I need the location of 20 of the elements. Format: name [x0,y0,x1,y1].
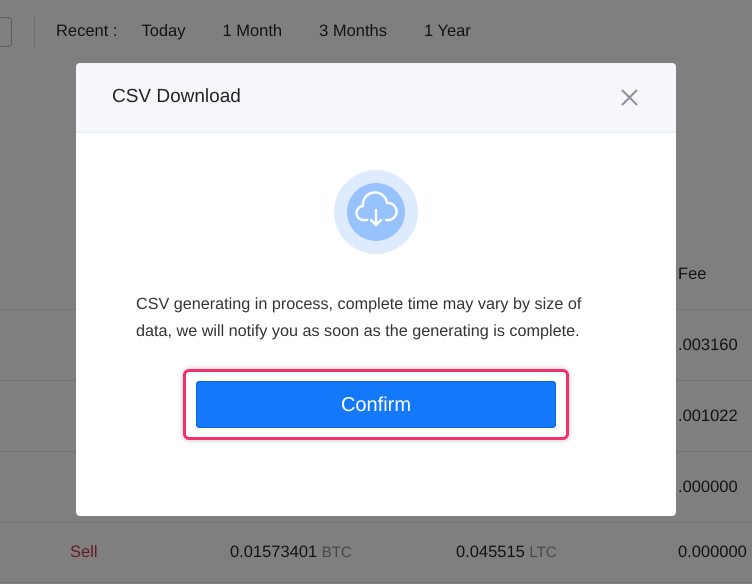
fee-cell: 0.000000 [678,543,747,562]
dialog-message: CSV generating in process, complete time may vary by size of data, we will notify you as soon as the generating is complete. [136,294,582,342]
fee-cell: .003160 [678,336,738,354]
confirm-button[interactable]: Confirm [196,381,556,428]
fee-cell: .001022 [678,406,738,425]
total-cell: 0.045515 LTC [456,543,557,562]
cloud-download-icon [334,170,418,254]
range-option[interactable]: Today [141,19,186,44]
input-field[interactable] [0,16,12,46]
fee-cell: .000000 [678,478,738,496]
filter-label: Recent : [56,21,118,42]
close-icon [621,89,638,106]
amount-cell: 0.01573401 BTC [230,543,352,562]
range-option[interactable]: 3 Months [319,19,387,44]
dialog-title: CSV Download [112,85,241,110]
trade-side: Sell [70,543,98,562]
close-button[interactable] [621,89,638,106]
range-option[interactable]: 1 Month [222,19,282,44]
range-option[interactable]: 1 Year [424,19,471,44]
column-header: Fee [678,265,706,284]
